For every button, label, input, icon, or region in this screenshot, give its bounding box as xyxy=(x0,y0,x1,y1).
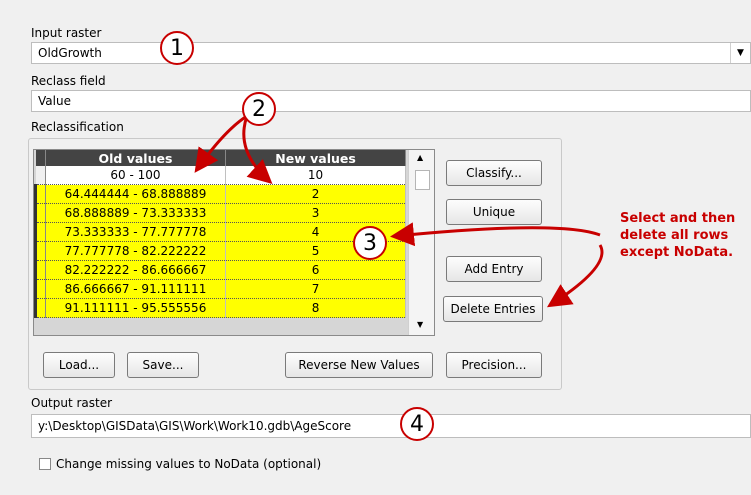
callout-4: 4 xyxy=(400,407,434,441)
arrow-to-rows xyxy=(390,222,601,247)
callout-2: 2 xyxy=(242,92,276,126)
note-line-1: Select and then xyxy=(620,211,736,226)
note-line-2: delete all rows xyxy=(620,228,729,243)
callout-1: 1 xyxy=(160,31,194,65)
note-line-3: except NoData. xyxy=(620,245,734,260)
instruction-note: Select and then delete all rows except N… xyxy=(620,210,735,261)
arrow-to-delete-entries xyxy=(546,244,604,308)
arrow-to-old-values xyxy=(194,114,248,173)
callout-3: 3 xyxy=(353,226,387,260)
